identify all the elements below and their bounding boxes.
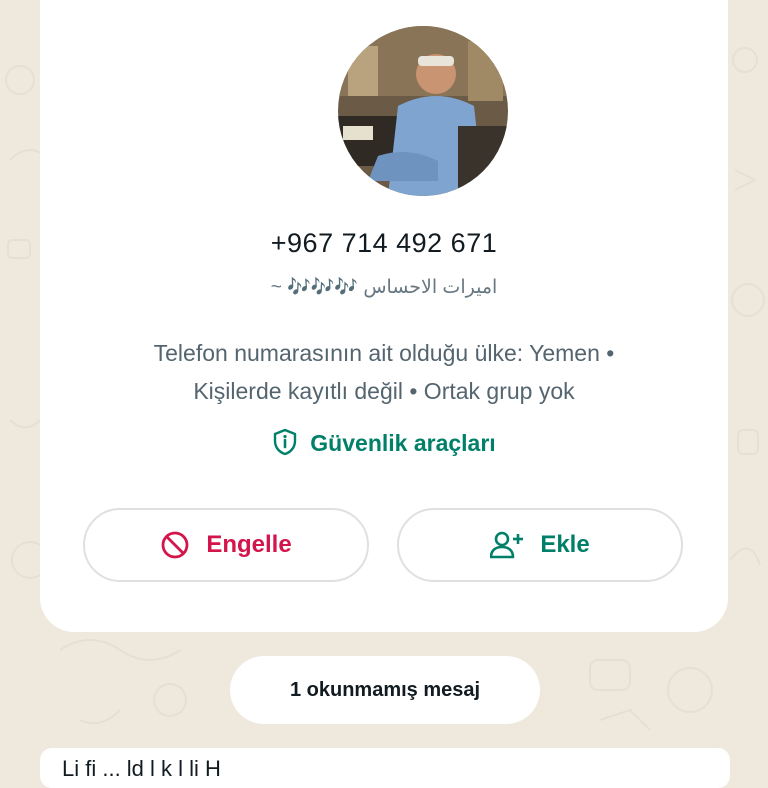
contact-phone-number: +967 714 492 671: [270, 228, 498, 258]
message-preview-text: Li fi ... ld l k l li H: [62, 756, 221, 781]
add-person-icon: [490, 531, 524, 559]
safety-tools-link[interactable]: Güvenlik araçları: [40, 428, 728, 457]
unread-messages-divider: 1 okunmamış mesaj: [230, 656, 540, 724]
about-prefix: ~: [270, 277, 282, 298]
music-notes-icon: 🎶🎶🎶: [287, 277, 360, 298]
block-icon: [161, 531, 189, 559]
about-name: اميرات الاحساس: [363, 277, 498, 298]
contact-info-card: +967 714 492 671 ~ 🎶🎶🎶 اميرات الاحساس Te…: [40, 0, 728, 632]
safety-tools-label: Güvenlik araçları: [310, 430, 496, 456]
contact-about: ~ 🎶🎶🎶 اميرات الاحساس: [40, 275, 728, 299]
block-button-label: Engelle: [206, 531, 292, 558]
info-status-line: Kişilerde kayıtlı değil • Ortak grup yok: [193, 378, 575, 404]
contact-avatar[interactable]: [338, 26, 508, 196]
info-country-line: Telefon numarasının ait olduğu ülke: Yem…: [153, 340, 615, 366]
block-button[interactable]: Engelle: [83, 508, 369, 582]
shield-info-icon: [274, 428, 297, 456]
contact-details: Telefon numarasının ait olduğu ülke: Yem…: [80, 334, 688, 410]
add-contact-label: Ekle: [540, 531, 590, 558]
add-contact-button[interactable]: Ekle: [397, 508, 683, 582]
avatar-photo: [338, 26, 508, 196]
